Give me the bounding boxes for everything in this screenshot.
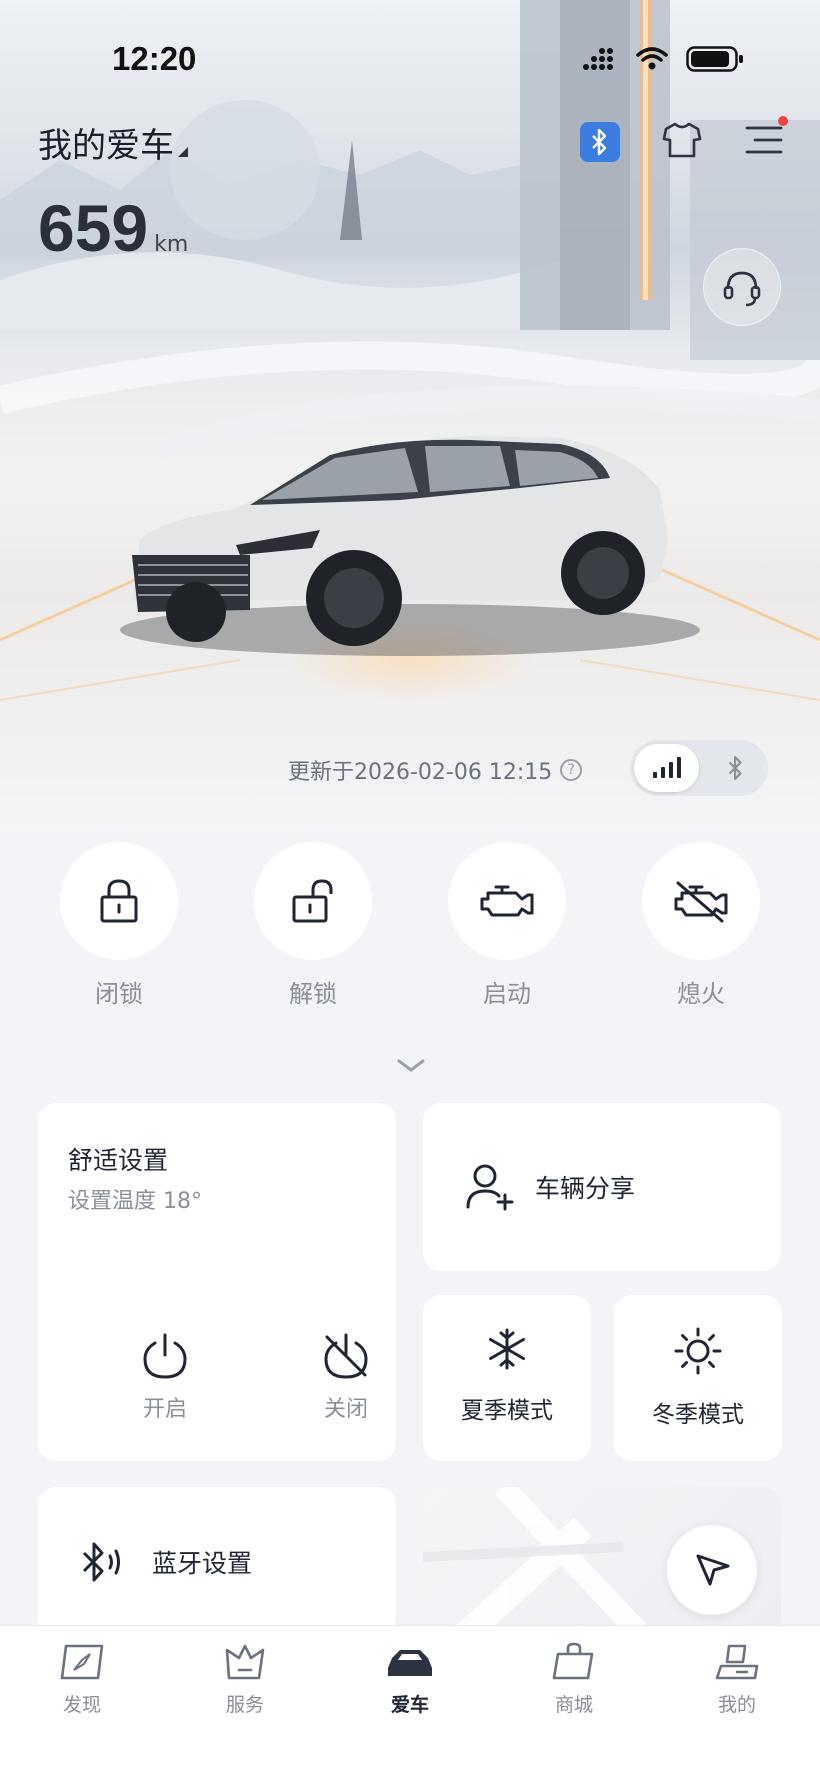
stop-label: 熄火 xyxy=(677,980,725,1008)
stop-button[interactable] xyxy=(642,842,760,960)
tab-service[interactable]: 服务 xyxy=(190,1642,300,1717)
menu-button[interactable] xyxy=(742,116,788,162)
bluetooth-key-icon xyxy=(82,1542,120,1582)
status-time: 12:20 xyxy=(112,40,197,77)
page-title[interactable]: 我的爱车 xyxy=(38,118,188,167)
summer-mode-card[interactable]: 夏季模式 xyxy=(423,1295,591,1461)
unlock-action[interactable]: 解锁 xyxy=(253,842,373,1009)
bluetooth-settings-card[interactable]: 蓝牙设置 xyxy=(38,1487,396,1637)
bottom-tab-bar: 发现 服务 爱车 商城 我的 xyxy=(0,1625,820,1781)
status-icons xyxy=(582,46,744,72)
car-icon xyxy=(388,1650,432,1676)
unlock-icon xyxy=(292,879,333,923)
tab-discover-label: 发现 xyxy=(62,1694,101,1716)
cellular-signal-icon xyxy=(583,48,613,70)
summer-mode-label: 夏季模式 xyxy=(461,1398,553,1424)
update-time-text: 更新于2026-02-06 12:15 xyxy=(288,760,553,785)
winter-mode-card[interactable]: 冬季模式 xyxy=(614,1295,782,1461)
bluetooth-icon xyxy=(592,128,607,156)
tab-service-label: 服务 xyxy=(225,1694,264,1716)
navigation-card[interactable] xyxy=(423,1487,781,1637)
power-icon xyxy=(143,1333,187,1379)
notification-dot xyxy=(778,116,788,126)
network-mode-option[interactable] xyxy=(634,744,699,792)
range-display: 659 km xyxy=(38,190,188,266)
navigate-button[interactable] xyxy=(667,1525,757,1615)
help-icon[interactable]: ? xyxy=(560,759,583,781)
car-skin-button[interactable] xyxy=(660,118,704,162)
start-button[interactable] xyxy=(448,842,566,960)
range-value: 659 xyxy=(38,191,149,265)
profile-icon xyxy=(715,1644,759,1680)
page-title-text: 我的爱车 xyxy=(38,126,174,166)
sun-icon xyxy=(674,1327,722,1375)
chevron-down-icon[interactable] xyxy=(396,1058,426,1074)
compass-icon xyxy=(60,1644,104,1680)
snowflake-icon xyxy=(489,1328,525,1370)
dropdown-corner-icon xyxy=(178,147,188,157)
tshirt-icon xyxy=(662,122,702,158)
quick-actions: 闭锁 解锁 启动 熄火 xyxy=(0,842,820,1008)
range-unit: km xyxy=(154,232,189,257)
bluetooth-mode-option[interactable] xyxy=(703,744,768,792)
bluetooth-settings-label: 蓝牙设置 xyxy=(152,1549,253,1578)
wifi-icon xyxy=(636,47,668,70)
tab-profile[interactable]: 我的 xyxy=(682,1642,792,1717)
service-icon xyxy=(225,1644,265,1680)
comfort-settings-card[interactable]: 舒适设置 设置温度 18° 开启 关闭 xyxy=(38,1103,396,1461)
comfort-title: 舒适设置 xyxy=(68,1146,169,1175)
tab-mall-label: 商城 xyxy=(554,1694,593,1716)
comfort-off-label: 关闭 xyxy=(323,1397,368,1422)
hero-banner: 12:20 我的爱车 659 km 更新于2026-02-06 12:15 ? xyxy=(0,0,820,830)
signal-bars-icon xyxy=(652,757,681,778)
connection-toggle[interactable] xyxy=(630,740,768,796)
comfort-off-button[interactable]: 关闭 xyxy=(296,1331,396,1423)
customer-service-button[interactable] xyxy=(703,248,781,326)
status-bar: 12:20 xyxy=(0,40,820,80)
comfort-on-label: 开启 xyxy=(142,1397,187,1422)
engine-off-icon xyxy=(674,881,728,923)
unlock-label: 解锁 xyxy=(289,980,337,1008)
tab-my-car-label: 爱车 xyxy=(390,1694,429,1716)
vehicle-share-card[interactable]: 车辆分享 xyxy=(423,1103,781,1271)
start-action[interactable]: 启动 xyxy=(447,842,567,1009)
tab-profile-label: 我的 xyxy=(717,1694,756,1716)
lock-button[interactable] xyxy=(60,842,178,960)
bluetooth-badge-button[interactable] xyxy=(580,122,620,162)
navigation-arrow-icon xyxy=(696,1554,730,1586)
shopping-bag-icon xyxy=(552,1642,594,1680)
update-status: 更新于2026-02-06 12:15 ? xyxy=(288,754,583,786)
add-user-icon xyxy=(466,1164,514,1211)
comfort-subtitle: 设置温度 18° xyxy=(68,1189,202,1214)
menu-icon xyxy=(745,126,783,154)
battery-icon xyxy=(686,46,743,72)
stop-action[interactable]: 熄火 xyxy=(641,842,761,1009)
lock-icon xyxy=(100,879,138,923)
winter-mode-label: 冬季模式 xyxy=(652,1402,744,1428)
bluetooth-icon xyxy=(728,756,742,780)
start-label: 启动 xyxy=(483,980,531,1008)
lock-action[interactable]: 闭锁 xyxy=(59,842,179,1009)
power-off-icon xyxy=(324,1333,368,1379)
comfort-on-button[interactable]: 开启 xyxy=(115,1331,215,1423)
headset-icon xyxy=(723,271,761,307)
tab-my-car[interactable]: 爱车 xyxy=(355,1642,465,1717)
vehicle-share-label: 车辆分享 xyxy=(535,1174,636,1203)
lock-label: 闭锁 xyxy=(95,980,143,1008)
tab-mall[interactable]: 商城 xyxy=(519,1642,629,1717)
unlock-button[interactable] xyxy=(254,842,372,960)
tab-discover[interactable]: 发现 xyxy=(27,1642,137,1717)
engine-start-icon xyxy=(480,885,534,917)
